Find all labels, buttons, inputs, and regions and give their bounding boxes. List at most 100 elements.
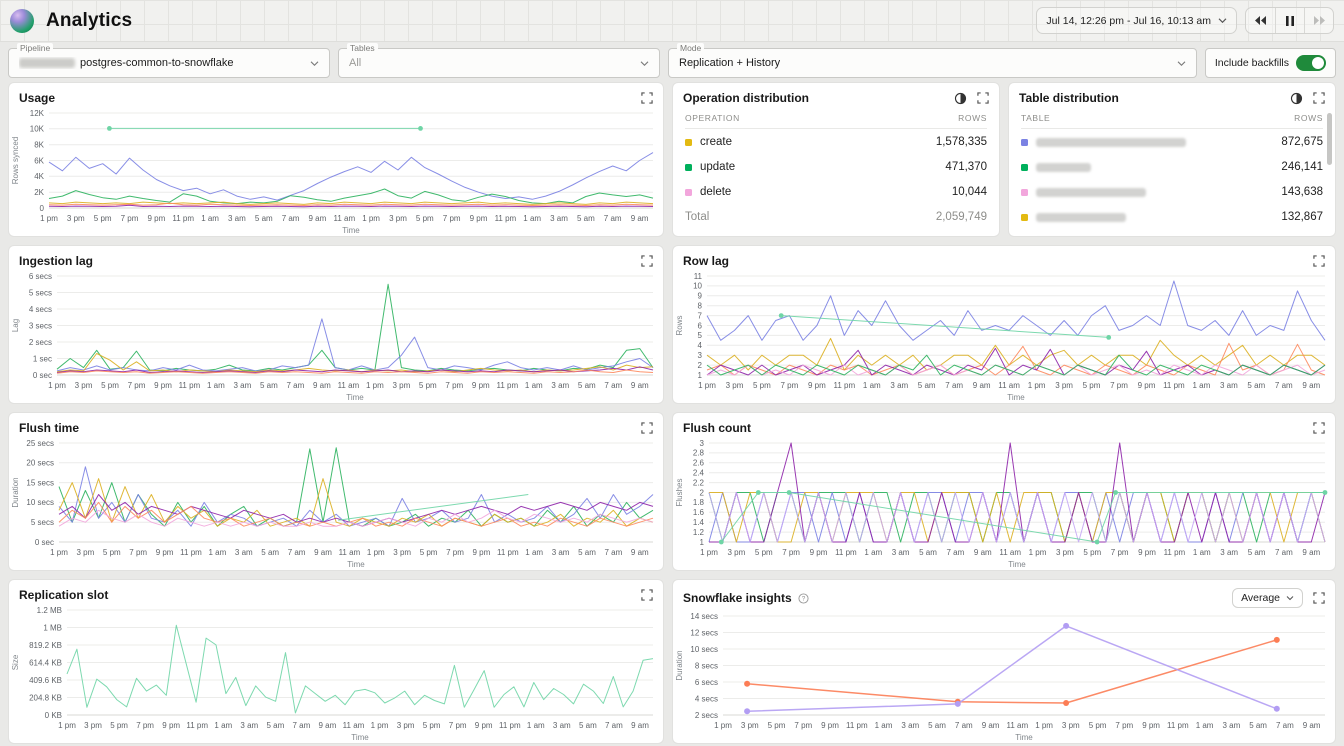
svg-text:10 secs: 10 secs: [690, 645, 718, 654]
svg-text:819.2 KB: 819.2 KB: [29, 641, 62, 650]
svg-text:7 am: 7 am: [1275, 548, 1293, 557]
svg-text:9 pm: 9 pm: [162, 721, 180, 730]
redacted-text: [19, 58, 75, 68]
table-row: 143,638: [1021, 179, 1323, 204]
fast-forward-button[interactable]: [1304, 8, 1333, 33]
svg-text:9 am: 9 am: [309, 214, 327, 223]
help-icon[interactable]: ?: [798, 593, 809, 604]
scrollbar[interactable]: [1327, 113, 1332, 165]
svg-text:Flushes: Flushes: [675, 478, 684, 506]
mode-value: Replication + History: [679, 57, 780, 69]
svg-text:8K: 8K: [34, 141, 44, 150]
svg-text:5: 5: [698, 331, 703, 340]
svg-text:11 pm: 11 pm: [499, 721, 521, 730]
filter-bar: Pipeline postgres-common-to-snowflake Ta…: [0, 42, 1344, 82]
pause-button[interactable]: [1275, 8, 1304, 33]
svg-text:11 pm: 11 pm: [1163, 381, 1185, 390]
flush-time-card: Flush time 0 sec5 secs10 secs15 secs20 s…: [8, 412, 664, 571]
svg-text:4 secs: 4 secs: [695, 694, 718, 703]
svg-text:7 pm: 7 pm: [1115, 721, 1133, 730]
svg-text:1 pm: 1 pm: [698, 381, 716, 390]
pipeline-select[interactable]: Pipeline postgres-common-to-snowflake: [8, 48, 330, 78]
svg-text:5 pm: 5 pm: [94, 214, 112, 223]
flush-count-title: Flush count: [683, 421, 751, 435]
svg-text:7 pm: 7 pm: [445, 381, 463, 390]
expand-icon: [641, 422, 653, 434]
expand-button[interactable]: [1313, 92, 1325, 104]
svg-text:1: 1: [700, 538, 705, 547]
expand-button[interactable]: [641, 422, 653, 434]
svg-text:1 pm: 1 pm: [1035, 721, 1053, 730]
chevron-down-icon: [1177, 60, 1186, 67]
svg-text:2 secs: 2 secs: [29, 338, 52, 347]
svg-text:7 pm: 7 pm: [782, 548, 800, 557]
rewind-button[interactable]: [1246, 8, 1275, 33]
svg-text:6K: 6K: [34, 156, 44, 165]
rewind-icon: [1255, 16, 1266, 25]
svg-text:7 am: 7 am: [605, 548, 623, 557]
svg-text:11 pm: 11 pm: [186, 721, 208, 730]
expand-icon: [1313, 592, 1325, 604]
toggle-switch[interactable]: [1296, 55, 1326, 71]
svg-text:1.2 MB: 1.2 MB: [37, 606, 62, 615]
svg-text:5 am: 5 am: [577, 214, 595, 223]
svg-text:3 am: 3 am: [1223, 721, 1241, 730]
expand-button[interactable]: [1313, 255, 1325, 267]
svg-text:5 secs: 5 secs: [29, 288, 52, 297]
svg-text:3 am: 3 am: [235, 548, 253, 557]
expand-button[interactable]: [977, 92, 989, 104]
fast-forward-icon: [1314, 16, 1325, 25]
svg-text:9 am: 9 am: [631, 548, 649, 557]
svg-text:11 pm: 11 pm: [495, 214, 517, 223]
svg-text:3 am: 3 am: [550, 214, 568, 223]
expand-button[interactable]: [1313, 592, 1325, 604]
expand-icon: [1313, 422, 1325, 434]
app-header: Analytics Jul 14, 12:26 pm - Jul 16, 10:…: [0, 0, 1344, 42]
svg-text:9 am: 9 am: [1303, 721, 1321, 730]
svg-text:7 pm: 7 pm: [136, 721, 154, 730]
pie-view-button[interactable]: [1290, 92, 1303, 105]
svg-text:9 am: 9 am: [313, 381, 331, 390]
flush-time-title: Flush time: [19, 421, 79, 435]
usage-title: Usage: [19, 91, 55, 105]
svg-text:8: 8: [698, 302, 703, 311]
column-header: OPERATION: [685, 113, 740, 123]
expand-icon: [641, 92, 653, 104]
mode-select[interactable]: Mode Replication + History: [668, 48, 1197, 78]
include-backfills-toggle[interactable]: Include backfills: [1205, 48, 1336, 78]
redacted-table-name: [1036, 188, 1146, 197]
expand-button[interactable]: [641, 255, 653, 267]
series-color-swatch: [685, 189, 692, 196]
svg-text:5 am: 5 am: [919, 548, 937, 557]
pie-view-button[interactable]: [954, 92, 967, 105]
pie-chart-icon: [1290, 92, 1303, 105]
aggregate-select[interactable]: Average: [1232, 588, 1303, 608]
series-color-swatch: [1021, 139, 1028, 146]
replication-slot-chart: 0 KB204.8 KB409.6 KB614.4 KB819.2 KB1 MB…: [9, 603, 663, 743]
svg-text:5 pm: 5 pm: [420, 548, 438, 557]
svg-text:1.2: 1.2: [693, 528, 705, 537]
svg-text:9 pm: 9 pm: [148, 214, 166, 223]
mode-label: Mode: [677, 43, 704, 53]
date-range-selector[interactable]: Jul 14, 12:26 pm - Jul 16, 10:13 am: [1036, 7, 1237, 34]
svg-text:1 am: 1 am: [1196, 721, 1214, 730]
svg-text:5 pm: 5 pm: [416, 214, 434, 223]
svg-text:5 am: 5 am: [1248, 548, 1266, 557]
svg-text:7 pm: 7 pm: [449, 721, 467, 730]
table-row: 84,567: [1021, 229, 1323, 237]
chevron-down-icon: [1218, 17, 1227, 24]
svg-text:2: 2: [698, 361, 703, 370]
expand-button[interactable]: [1313, 422, 1325, 434]
svg-text:Time: Time: [1007, 393, 1025, 402]
svg-text:3 pm: 3 pm: [393, 381, 411, 390]
svg-text:Time: Time: [351, 733, 369, 742]
expand-button[interactable]: [641, 92, 653, 104]
tables-select[interactable]: Tables All: [338, 48, 660, 78]
svg-text:3 pm: 3 pm: [1062, 721, 1080, 730]
svg-text:2 secs: 2 secs: [695, 711, 718, 720]
expand-button[interactable]: [641, 589, 653, 601]
chevron-down-icon: [310, 60, 319, 67]
redacted-table-name: [1036, 138, 1186, 147]
svg-text:Time: Time: [342, 226, 360, 235]
svg-text:3 am: 3 am: [228, 214, 246, 223]
